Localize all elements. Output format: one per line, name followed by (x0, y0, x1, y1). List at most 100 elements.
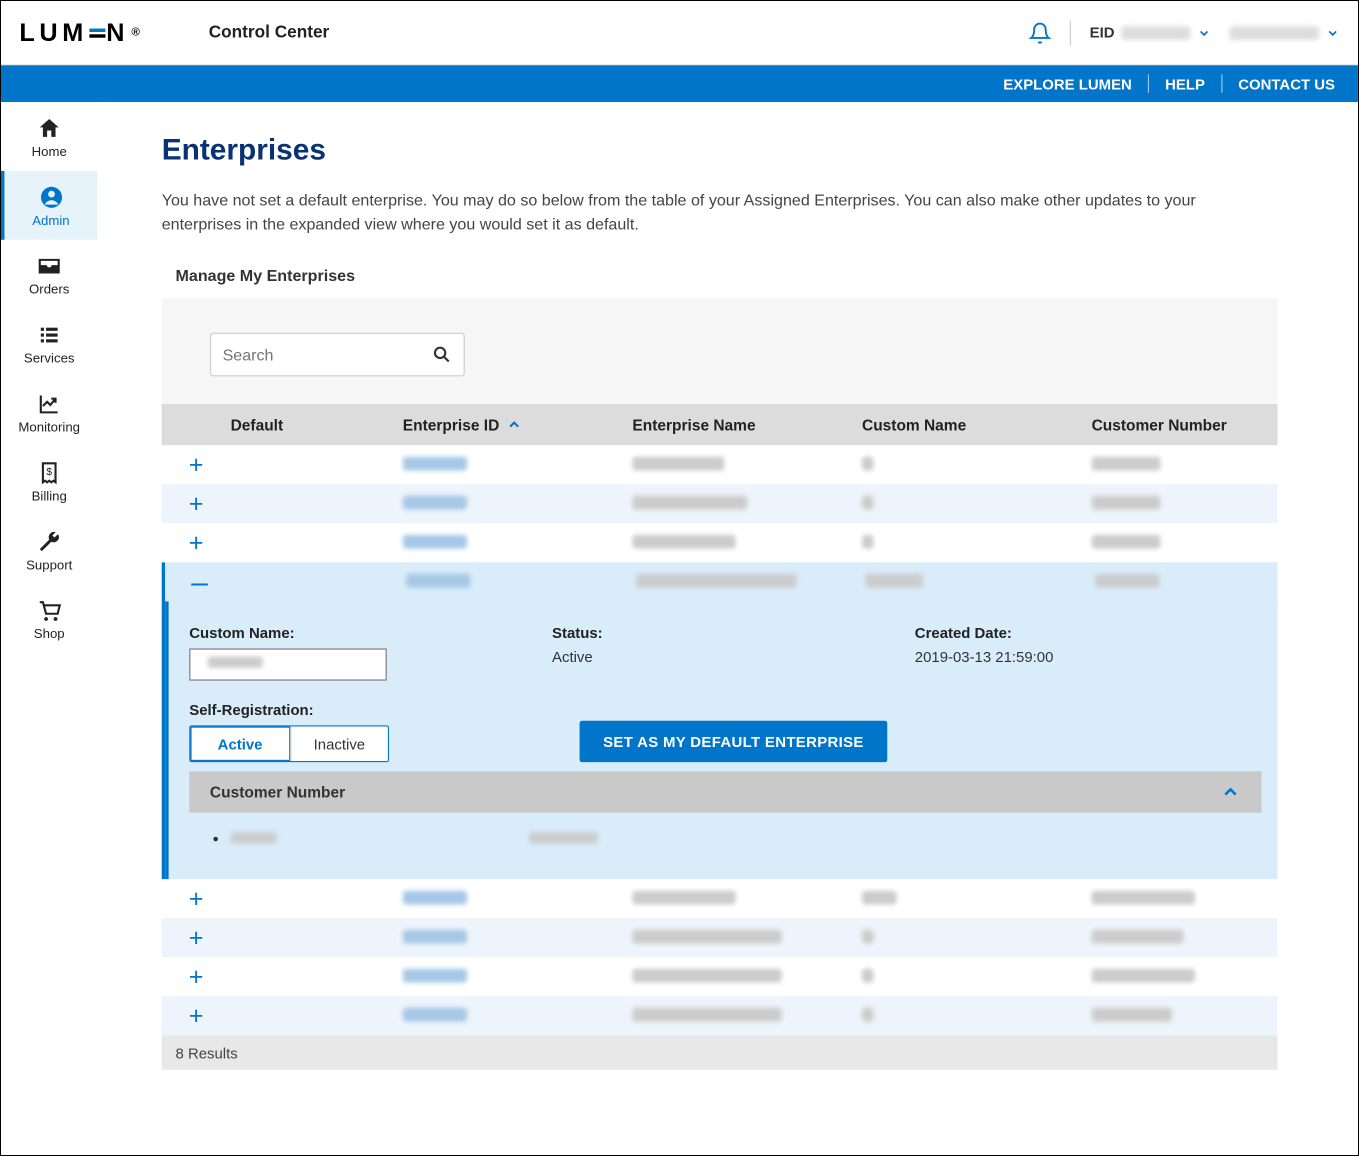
cell-enterprise-id[interactable] (403, 495, 467, 509)
notifications-icon[interactable] (1029, 21, 1052, 44)
col-enterprise-id[interactable]: Enterprise ID (403, 416, 633, 433)
cell-enterprise-name (632, 929, 781, 943)
cell-customer-number (1092, 456, 1161, 470)
expand-toggle[interactable]: + (162, 528, 231, 558)
cell-customer-number (1092, 534, 1161, 548)
cell-enterprise-name (632, 968, 781, 982)
sidebar-item-label: Admin (32, 215, 69, 229)
sidebar-item-label: Orders (29, 283, 69, 297)
sidebar-item-shop[interactable]: Shop (1, 584, 97, 653)
expand-toggle[interactable]: + (162, 1001, 231, 1031)
created-date-value: 2019-03-13 21:59:00 (915, 648, 1262, 665)
expand-toggle[interactable]: + (162, 923, 231, 953)
chart-icon (37, 391, 62, 416)
cell-enterprise-name (632, 1007, 781, 1021)
customer-number-header-label: Customer Number (210, 783, 345, 800)
sidebar: Home Admin Orders Services Monitoring $ … (1, 102, 97, 1093)
sidebar-item-label: Home (32, 146, 67, 160)
invoice-icon: $ (37, 460, 62, 485)
cell-enterprise-id[interactable] (403, 890, 467, 904)
cell-enterprise-id[interactable] (403, 1007, 467, 1021)
nav-explore[interactable]: EXPLORE LUMEN (1003, 75, 1132, 92)
search-input[interactable] (223, 345, 432, 363)
sidebar-item-support[interactable]: Support (1, 515, 97, 584)
inbox-icon (37, 254, 62, 279)
cell-custom-name (862, 929, 873, 943)
expand-toggle[interactable]: + (162, 884, 231, 914)
sidebar-item-billing[interactable]: $ Billing (1, 446, 97, 515)
nav-contact[interactable]: CONTACT US (1238, 75, 1335, 92)
expand-toggle[interactable]: + (162, 962, 231, 992)
user-dropdown[interactable] (1229, 26, 1339, 40)
eid-dropdown[interactable]: EID (1090, 24, 1211, 41)
logo: LUMN® (19, 18, 139, 48)
col-custom-name[interactable]: Custom Name (862, 416, 1092, 433)
sidebar-item-services[interactable]: Services (1, 309, 97, 378)
status-value: Active (552, 648, 899, 665)
cell-enterprise-id[interactable] (403, 534, 467, 548)
chevron-up-icon (1220, 782, 1241, 803)
sidebar-item-monitoring[interactable]: Monitoring (1, 378, 97, 447)
expand-toggle[interactable]: + (162, 489, 231, 519)
sidebar-item-label: Monitoring (18, 421, 80, 435)
sidebar-item-label: Shop (34, 628, 65, 642)
sidebar-item-label: Billing (32, 490, 67, 504)
search-box (210, 333, 465, 377)
logo-block: LUMN® (19, 18, 139, 48)
table-row: + (162, 996, 1278, 1035)
cell-enterprise-id[interactable] (403, 929, 467, 943)
table-row: + (162, 445, 1278, 484)
cell-customer-number (1095, 573, 1159, 587)
enterprise-table: Default Enterprise ID Enterprise Name Cu… (162, 404, 1278, 1070)
cell-custom-name (862, 1007, 873, 1021)
results-count: 8 Results (175, 1044, 237, 1061)
cell-enterprise-id[interactable] (403, 456, 467, 470)
custom-name-value (208, 656, 263, 667)
status-label: Status: (552, 624, 899, 641)
search-icon[interactable] (432, 344, 453, 365)
svg-text:$: $ (46, 466, 52, 478)
cell-enterprise-id[interactable] (403, 968, 467, 982)
sidebar-item-home[interactable]: Home (1, 102, 97, 171)
page-description: You have not set a default enterprise. Y… (162, 188, 1264, 236)
expand-toggle[interactable]: + (162, 450, 231, 480)
col-default[interactable]: Default (231, 416, 403, 433)
cell-enterprise-id[interactable] (406, 573, 470, 587)
section-title: Manage My Enterprises (175, 266, 1312, 298)
sidebar-item-orders[interactable]: Orders (1, 240, 97, 309)
user-name (1229, 26, 1319, 40)
divider (1221, 74, 1222, 92)
cart-icon (37, 598, 62, 623)
divider (1070, 20, 1071, 45)
cell-customer-number (1092, 1007, 1172, 1021)
self-registration-label: Self-Registration: (189, 701, 389, 718)
cell-customer-number (1092, 890, 1195, 904)
table-header: Default Enterprise ID Enterprise Name Cu… (162, 404, 1278, 445)
cell-customer-number (1092, 968, 1195, 982)
wrench-icon (37, 529, 62, 554)
table-row: + (162, 523, 1278, 562)
nav-help[interactable]: HELP (1165, 75, 1205, 92)
cell-custom-name (862, 534, 873, 548)
seg-active[interactable]: Active (190, 727, 289, 761)
cell-custom-name (865, 573, 922, 587)
set-default-button[interactable]: SET AS MY DEFAULT ENTERPRISE (580, 721, 887, 762)
sidebar-item-admin[interactable]: Admin (1, 171, 97, 240)
table-row: + (162, 918, 1278, 957)
customer-number-row (189, 813, 1261, 854)
top-header: LUMN® Control Center EID (1, 1, 1358, 65)
customer-number-section-header[interactable]: Customer Number (189, 771, 1261, 812)
table-row: + (162, 879, 1278, 918)
col-customer-number[interactable]: Customer Number (1092, 416, 1278, 433)
col-enterprise-name[interactable]: Enterprise Name (632, 416, 862, 433)
cell-custom-name (862, 890, 896, 904)
home-icon (37, 116, 62, 141)
main-content: Enterprises You have not set a default e… (97, 102, 1358, 1093)
seg-inactive[interactable]: Inactive (290, 727, 388, 761)
list-icon (37, 322, 62, 347)
secondary-nav: EXPLORE LUMEN HELP CONTACT US (1, 65, 1358, 102)
sidebar-item-label: Support (26, 559, 72, 573)
sidebar-item-label: Services (24, 352, 75, 366)
table-footer: 8 Results (162, 1035, 1278, 1069)
user-icon (38, 185, 63, 210)
